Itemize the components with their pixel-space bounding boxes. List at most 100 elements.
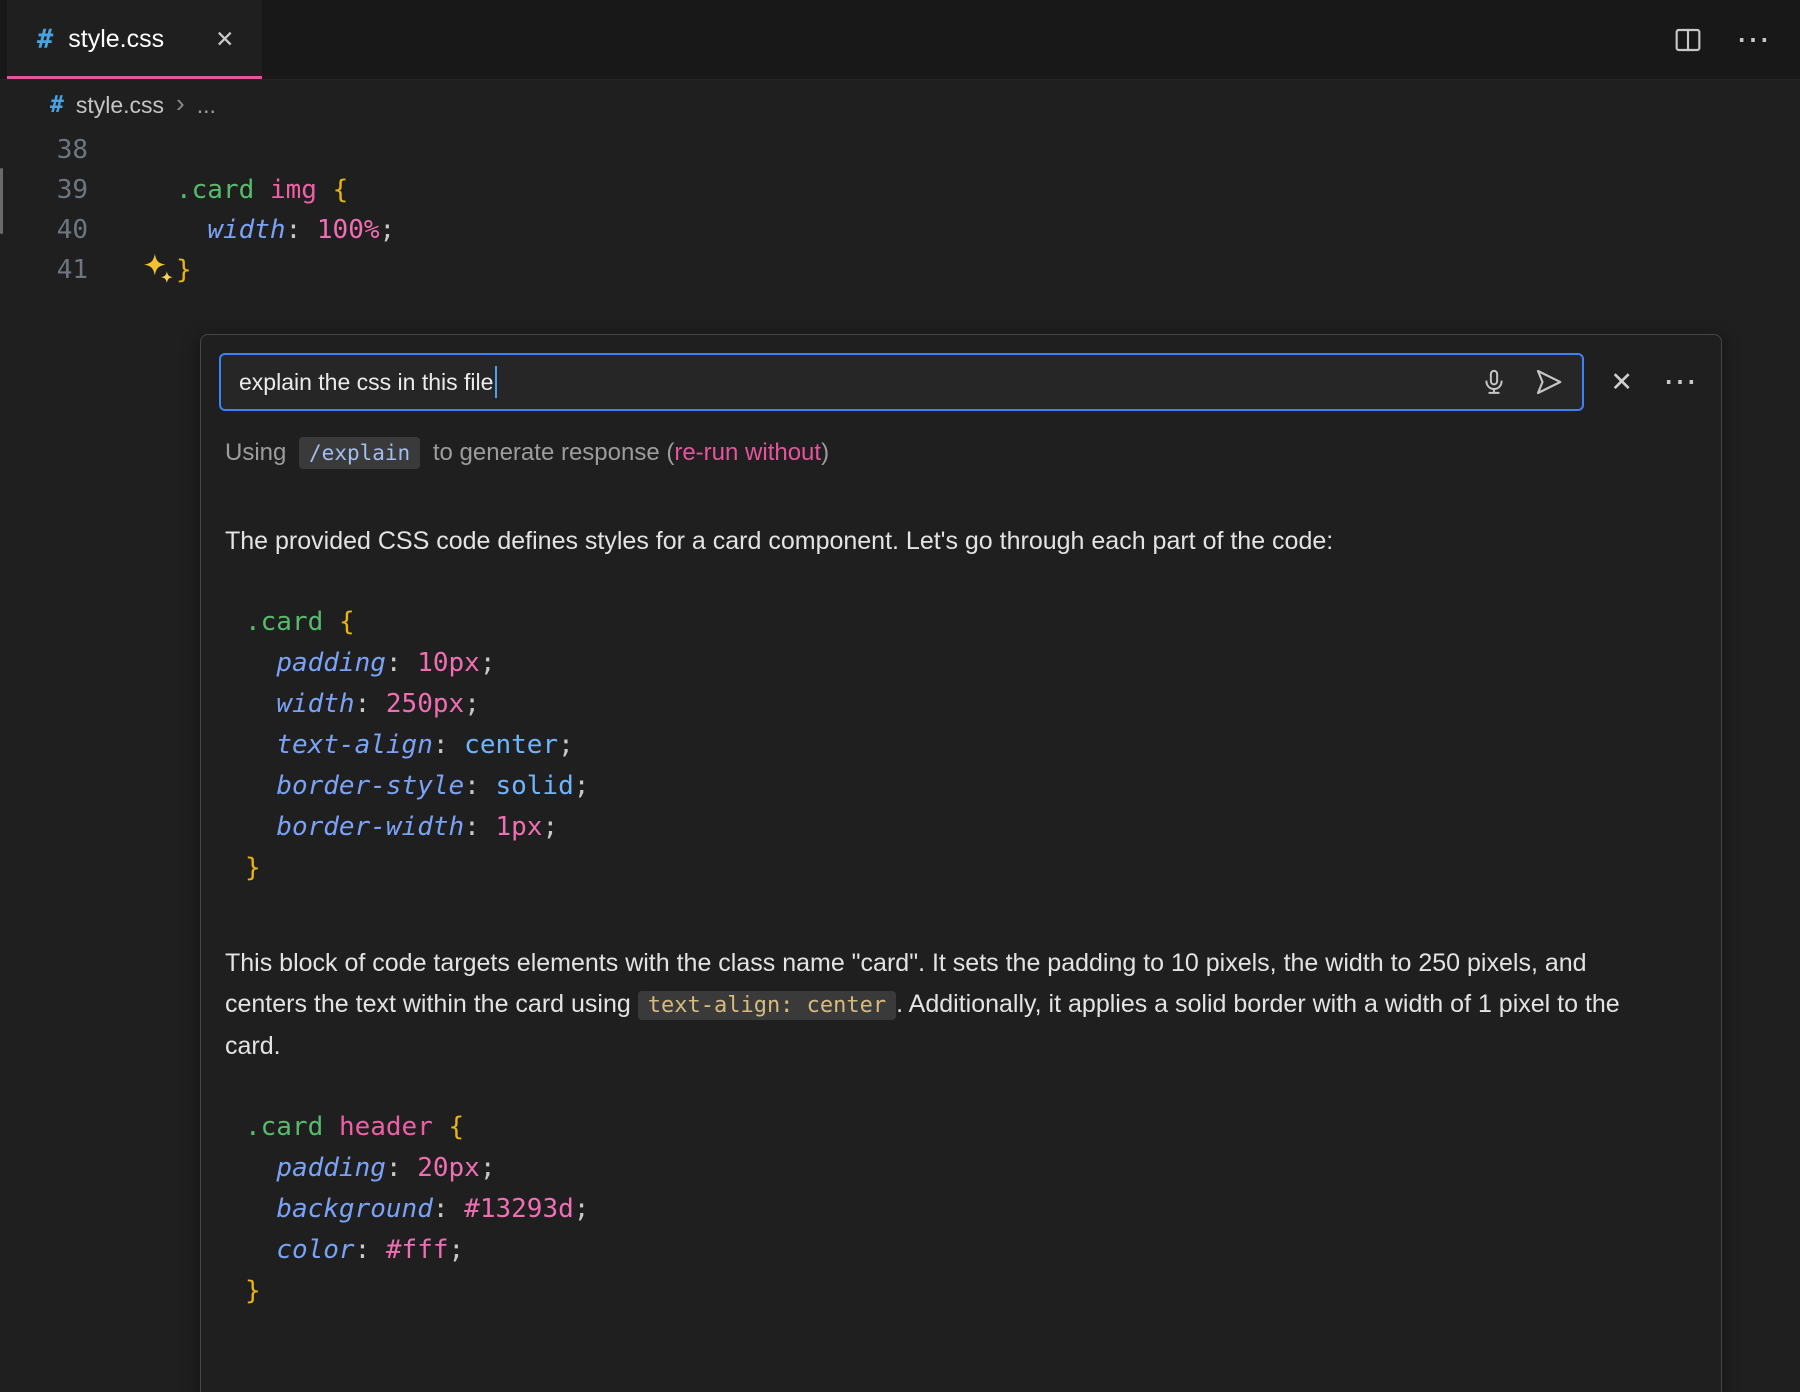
editor-more-actions-icon[interactable]: ⋯ — [1736, 23, 1772, 57]
chat-input-value: explain the css in this file — [239, 369, 493, 396]
code-line: background: #13293d; — [245, 1189, 1703, 1230]
code-token: 1px — [495, 812, 542, 842]
editor-line[interactable]: 41} — [0, 250, 1800, 290]
editor-line[interactable]: 39.card img { — [0, 170, 1800, 210]
editor-area[interactable]: 3839.card img {40 width: 100%;41} explai… — [0, 130, 1800, 1392]
code-line: padding: 10px; — [245, 643, 1703, 684]
status-text: Using — [225, 439, 293, 466]
code-token: .card — [245, 1112, 323, 1142]
code-token: padding — [276, 1153, 386, 1183]
tab-close-icon[interactable]: ✕ — [215, 26, 234, 53]
line-number: 38 — [0, 130, 88, 170]
microphone-icon[interactable] — [1480, 368, 1508, 396]
code-token: ; — [380, 215, 396, 245]
code-token: ; — [480, 1153, 496, 1183]
code-token: #13293d — [464, 1194, 574, 1224]
code-token: border-style — [276, 771, 464, 801]
code-token: : — [433, 1194, 464, 1224]
slash-command-chip: /explain — [299, 437, 420, 469]
code-line: padding: 20px; — [245, 1148, 1703, 1189]
text-cursor — [495, 366, 497, 398]
code-token — [245, 771, 276, 801]
code-token — [323, 1112, 339, 1142]
code-token: center — [464, 730, 558, 760]
editor-line[interactable]: 38 — [0, 130, 1800, 170]
response-paragraph: This block of code targets elements with… — [225, 943, 1625, 1067]
code-token: color — [276, 1235, 354, 1265]
chat-input[interactable]: explain the css in this file — [219, 353, 1584, 411]
breadcrumb-symbol-more[interactable]: ... — [197, 92, 216, 119]
code-token: padding — [276, 648, 386, 678]
code-line: color: #fff; — [245, 1230, 1703, 1271]
response-paragraph: The provided CSS code defines styles for… — [225, 521, 1625, 562]
code-token — [245, 1235, 276, 1265]
chat-more-icon[interactable]: ⋯ — [1663, 365, 1699, 399]
code-token — [245, 730, 276, 760]
code-token: : — [286, 215, 317, 245]
code-token: 10px — [417, 648, 480, 678]
code-token: { — [333, 175, 349, 205]
code-line: } — [245, 848, 1703, 889]
code-token: : — [433, 730, 464, 760]
code-token: : — [464, 812, 495, 842]
code-text: width: 100%; — [176, 210, 395, 250]
code-line: } — [245, 1271, 1703, 1312]
editor-tab-bar: # style.css ✕ ⋯ — [0, 0, 1800, 80]
code-line: .card { — [245, 602, 1703, 643]
code-token: border-width — [276, 812, 464, 842]
line-number: 40 — [0, 210, 88, 250]
editor-line[interactable]: 40 width: 100%; — [0, 210, 1800, 250]
code-token: : — [386, 648, 417, 678]
breadcrumb-file[interactable]: style.css — [76, 92, 164, 119]
rerun-without-link[interactable]: re-run without — [674, 439, 821, 466]
code-token: width — [276, 689, 354, 719]
code-token: text-align — [276, 730, 433, 760]
css-file-icon: # — [50, 92, 64, 118]
status-text: to generate response ( — [426, 439, 674, 466]
code-token: .card — [176, 175, 254, 205]
editor-lines: 3839.card img {40 width: 100%;41} — [0, 130, 1800, 290]
copilot-sparkle-icon[interactable] — [138, 252, 178, 302]
code-token: ; — [449, 1235, 465, 1265]
code-token: ; — [464, 689, 480, 719]
code-token: 100% — [317, 215, 380, 245]
send-icon[interactable] — [1534, 367, 1564, 397]
css-file-icon: # — [37, 24, 53, 55]
split-editor-icon[interactable] — [1672, 24, 1704, 56]
code-text: } — [176, 250, 192, 290]
code-token — [245, 1153, 276, 1183]
code-line: .card header { — [245, 1107, 1703, 1148]
code-token: { — [339, 607, 355, 637]
tab-style-css[interactable]: # style.css ✕ — [7, 0, 262, 79]
code-token: ; — [574, 771, 590, 801]
code-line: border-width: 1px; — [245, 807, 1703, 848]
code-token: background — [276, 1194, 433, 1224]
chat-input-row: explain the css in this file — [219, 353, 1703, 411]
code-token — [176, 215, 207, 245]
chat-widget-actions: ✕ ⋯ — [1610, 365, 1699, 399]
code-token: : — [464, 771, 495, 801]
code-line: border-style: solid; — [245, 766, 1703, 807]
code-token: ; — [574, 1194, 590, 1224]
chat-input-icons — [1480, 367, 1564, 397]
code-line: text-align: center; — [245, 725, 1703, 766]
vscode-window: # style.css ✕ ⋯ # style.css › ... 3839.c… — [0, 0, 1800, 1392]
chat-close-icon[interactable]: ✕ — [1610, 367, 1633, 398]
code-token: img — [270, 175, 317, 205]
code-token: header — [339, 1112, 433, 1142]
inline-code: text-align: center — [638, 991, 896, 1020]
code-token: #fff — [386, 1235, 449, 1265]
code-token — [245, 648, 276, 678]
status-text: ) — [821, 439, 829, 466]
code-token: ; — [480, 648, 496, 678]
code-token — [245, 1194, 276, 1224]
tab-label: style.css — [68, 25, 164, 54]
breadcrumb[interactable]: # style.css › ... — [0, 80, 1800, 130]
code-token: : — [386, 1153, 417, 1183]
chevron-right-icon: › — [176, 90, 185, 120]
code-token: solid — [495, 771, 573, 801]
tab-bar-actions: ⋯ — [1672, 0, 1800, 79]
chat-status-line: Using /explain to generate response (re-… — [225, 439, 1703, 467]
code-token: { — [449, 1112, 465, 1142]
code-text: .card img { — [176, 170, 348, 210]
